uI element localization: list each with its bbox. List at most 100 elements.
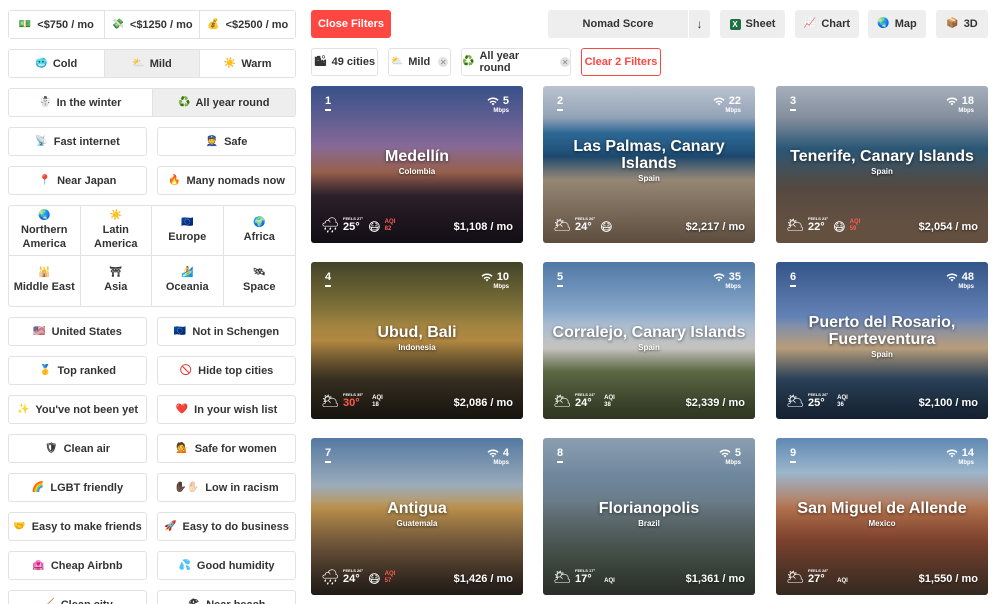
map-view-button[interactable]: 🌏 Map [868,10,926,38]
city-name: Puerto del Rosario, Fuerteventura [808,313,956,348]
city-card[interactable]: 3 18 Mbps Tenerife, Canary Islands Spain 🌥 FEE… [776,86,988,243]
filter-toggle[interactable]: 🚫 Hide top cities [157,356,296,385]
filter-toggle[interactable]: 💦 Good humidity [157,551,296,580]
internet-speed: 5 Mbps [487,95,509,114]
city-card[interactable]: 9 14 Mbps San Miguel de Allende Mexico 🌥 FEELS… [776,438,988,595]
temperature: FEELS 28° 27° [808,568,828,585]
season-filters: ☃️ In the winter ♻️ All year round [8,88,296,117]
active-filter-all-year[interactable]: ♻️ All year round ✕ [461,48,571,76]
filter-region-latin-america[interactable]: ☀️ Latin America [80,206,152,256]
temperature-value: 25° [343,221,360,233]
filter-label: <$2500 / mo [225,18,289,31]
filter-mild[interactable]: ⛅ Mild [104,50,201,77]
city-card[interactable]: 5 35 Mbps Corralejo, Canary Islands Spain 🌥 FE… [543,262,755,419]
filter-many-nomads[interactable]: 🔥 Many nomads now [157,166,296,195]
filter-row: 🛡 Clean air 💁 Safe for women [8,434,296,463]
city-title: Ubud, Bali Indonesia [311,324,523,352]
sheet-view-button[interactable]: X Sheet [720,10,785,38]
rank-badge: 9 [790,447,797,463]
aqi-value: 59 [849,226,857,232]
filter-region-asia[interactable]: ⛩ Asia [81,256,152,306]
cash-icon: 💵 [18,18,32,30]
filter-region-middle-east[interactable]: 🕌 Middle East [9,256,81,306]
sort-direction-button[interactable]: ↓ [689,10,710,38]
region-label: Middle East [13,281,75,293]
city-card[interactable]: 8 5 Mbps Florianopolis Brazil 🌥 FEELS 17° 17° AQ… [543,438,755,595]
filter-toggle[interactable]: 💁 Safe for women [157,434,296,463]
filter-region-europe[interactable]: 🇪🇺 Europe [152,206,224,256]
internet-speed: 48 Mbps [946,271,974,290]
filter-toggle[interactable]: ✋🏿✋🏻 Low in racism [157,473,296,502]
city-card[interactable]: 1 5 Mbps Medellín Colombia 🌧 FEELS 27° 25° 😷 AQI 8… [311,86,523,243]
filter-budget-1250[interactable]: 💸 <$1250 / mo [104,11,201,38]
speed-value: 14 [961,447,974,459]
filter-region-space[interactable]: 🛰 Space [224,256,296,306]
filter-warm[interactable]: ☀️ Warm [200,50,295,77]
filter-all-year[interactable]: ♻️ All year round [152,89,295,116]
filter-fast-internet[interactable]: 📡 Fast internet [8,127,147,156]
3d-view-button[interactable]: 📦 3D [936,10,988,38]
city-card[interactable]: 2 22 Mbps Las Palmas, Canary Islands Spain 🌥 F… [543,86,755,243]
surfer-icon: 🏄 [181,267,194,278]
satellite-icon: 🛰 [252,267,266,278]
city-name: Antigua [387,499,447,517]
filter-cold[interactable]: 🥶 Cold [9,50,105,77]
filter-toggle[interactable]: 🚀 Easy to do business [157,512,296,541]
close-icon[interactable]: ✕ [560,57,570,67]
filter-toggle[interactable]: 🌈 LGBT friendly [8,473,147,502]
filter-toggle[interactable]: ❤️ In your wish list [157,395,296,424]
filter-label: Near Japan [57,174,117,187]
city-card[interactable]: 7 4 Mbps Antigua Guatemala 🌧 FEELS 26° 24° 😷 AQI 5… [311,438,523,595]
filter-in-winter[interactable]: ☃️ In the winter [9,89,153,116]
city-card[interactable]: 4 10 Mbps Ubud, Bali Indonesia 🌥 FEELS 35° 30° A… [311,262,523,419]
box-icon: 📦 [946,18,959,29]
money-wings-icon: 💸 [111,18,124,30]
temperature-value: 17° [575,573,592,585]
filter-toggle[interactable]: 🧹 Clean city [8,590,147,604]
filter-region-northern-america[interactable]: 🌏 Northern America [9,206,81,256]
filter-toggle[interactable]: 🛡 Clean air [8,434,147,463]
filter-region-oceania[interactable]: 🏄 Oceania [152,256,224,306]
chart-view-button[interactable]: 📈 Chart [795,10,859,38]
city-name: Ubud, Bali [377,323,457,341]
filter-toggle[interactable]: 🏖 Near beach [157,590,296,604]
weather-icon: 🌧 [321,569,341,586]
filter-toggle[interactable]: 🇺🇸 United States [8,317,147,346]
air-quality: AQI 57 [385,571,396,585]
active-filter-mild[interactable]: ⛅ Mild ✕ [388,48,451,76]
filter-budget-750[interactable]: 💵 <$750 / mo [9,11,105,38]
country-name: Mexico [868,518,896,528]
filter-toggle[interactable]: 🥇 Top ranked [8,356,147,385]
filter-budget-2500[interactable]: 💰 <$2500 / mo [200,11,296,38]
filter-safe[interactable]: 👮 Safe [157,127,296,156]
monthly-cost: $1,361 / mo [685,573,745,585]
filter-toggle[interactable]: 🤝 Easy to make friends [8,512,147,541]
weather-info: 🌥 FEELS 24° 24° AQI 38 [553,392,615,409]
recycle-icon: ♻️ [178,96,191,108]
filter-near-japan[interactable]: 📍 Near Japan [8,166,147,195]
filter-toggle[interactable]: 🏩 Cheap Airbnb [8,551,147,580]
clear-filters-button[interactable]: Clear 2 Filters [581,48,661,76]
city-title: Tenerife, Canary Islands Spain [776,148,988,176]
close-filters-button[interactable]: Close Filters [311,10,391,38]
filter-toggle[interactable]: ✨ You've not been yet [8,395,147,424]
weather-info: 🌥 FEELS 26° 25° AQI 36 [786,392,848,409]
temperature: FEELS 35° 30° [343,392,363,409]
aqi-value: 38 [604,402,611,408]
monthly-cost: $1,550 / mo [918,573,978,585]
city-card[interactable]: 6 48 Mbps Puerto del Rosario, Fuerteventura… [776,262,988,419]
close-icon[interactable]: ✕ [438,57,449,67]
filter-toggle[interactable]: 🇪🇺 Not in Schengen [157,317,296,346]
filter-label: In the winter [56,96,122,109]
internet-speed: 14 Mbps [946,447,974,466]
filter-label: Low in racism [205,481,279,494]
mask-face-icon: 😷 [600,220,613,234]
filter-icon: 🥇 [39,364,52,376]
more-filters: 🇺🇸 United States 🇪🇺 Not in Schengen 🥇 Top ran… [8,317,296,604]
temperature-value: 25° [808,397,825,409]
filter-region-africa[interactable]: 🌍 Africa [223,206,295,256]
sort-select[interactable]: Nomad Score [548,10,688,38]
globe-americas-icon: 🌏 [38,209,51,221]
card-footer: 🌧 FEELS 26° 24° 😷 AQI 57 $1,426 / mo [321,568,513,585]
filter-label: <$750 / mo [37,18,94,31]
